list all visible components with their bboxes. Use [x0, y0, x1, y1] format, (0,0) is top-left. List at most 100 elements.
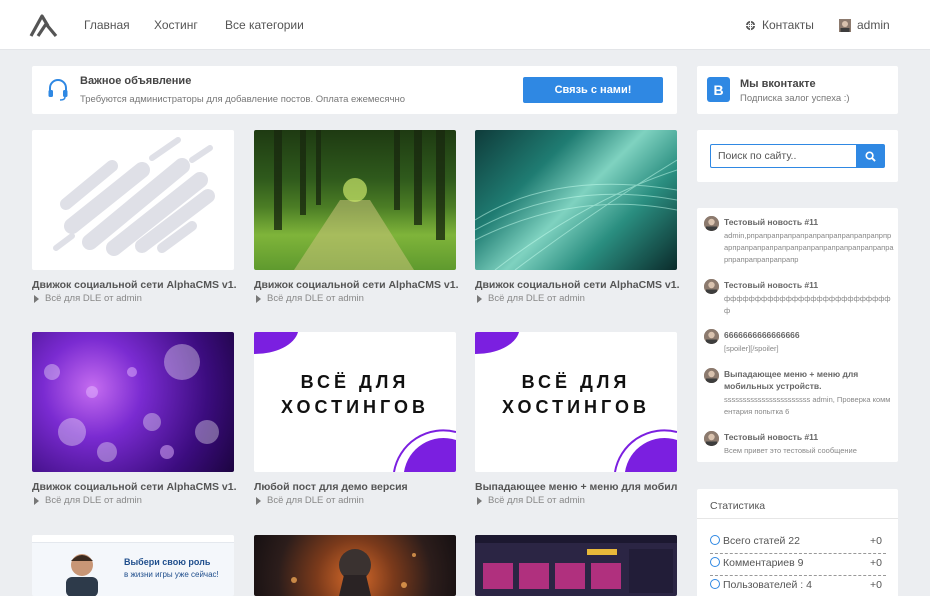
comment-body: admin,рпрапрапрапрапрапрапрапрапрапрапрп…	[724, 231, 894, 264]
banner-line-2: ХОСТИНГОВ	[502, 397, 650, 417]
stat-delta: +0	[870, 557, 882, 569]
post-thumbnail[interactable]: ВСЁ ДЛЯ ХОСТИНГОВ	[475, 332, 677, 472]
post-category: Всё для DLE от admin	[267, 495, 364, 506]
post-title[interactable]: Движок социальной сети AlphaCMS v1.	[475, 279, 680, 291]
comment-body: Всем привет это тестовый сообщение	[724, 446, 857, 455]
circle-icon	[710, 579, 720, 589]
post-thumbnail[interactable]	[254, 130, 456, 270]
vk-subtitle: Подписка залог успеха :)	[740, 93, 850, 104]
comment-title[interactable]: Выпадающее меню + меню для мобильных уст…	[724, 368, 892, 392]
stat-label: Комментариев 9	[723, 557, 804, 569]
commenter-avatar	[704, 329, 719, 344]
play-icon	[477, 294, 482, 303]
vk-icon: В	[707, 77, 730, 102]
nav-hosting-link[interactable]: Хостинг	[154, 18, 198, 32]
search-button[interactable]	[856, 144, 885, 168]
search-widget	[697, 130, 898, 182]
post-thumbnail[interactable]: Выбери свою роль в жизни игры уже сейчас…	[32, 535, 234, 596]
user-avatar	[839, 18, 851, 32]
post-meta[interactable]: Всё для DLE от admin	[256, 293, 364, 304]
post-thumbnail[interactable]	[254, 535, 456, 596]
post-meta[interactable]: Всё для DLE от admin	[477, 495, 585, 506]
user-avatar-icon	[704, 279, 719, 294]
globe-icon	[745, 20, 756, 30]
post-meta[interactable]: Всё для DLE от admin	[477, 293, 585, 304]
announcement-text: Требуются администраторы для добавление …	[80, 94, 406, 105]
banner-line-1: ВСЁ ДЛЯ	[300, 372, 410, 392]
landing-heading: Выбери свою роль	[124, 557, 211, 567]
person-image	[66, 554, 98, 596]
play-icon	[256, 294, 261, 303]
announcement-title: Важное объявление	[80, 75, 192, 87]
stat-row: Комментариев 9 +0	[710, 557, 886, 576]
nav-contacts-link[interactable]: Контакты	[745, 18, 814, 32]
placeholder-image	[53, 137, 215, 256]
post-thumbnail[interactable]	[475, 130, 677, 270]
nav-categories-link[interactable]: Все категории	[225, 18, 304, 32]
post-thumbnail[interactable]	[32, 130, 234, 270]
post-category: Всё для DLE от admin	[45, 293, 142, 304]
comment-title[interactable]: 6666666666666666	[724, 329, 892, 341]
stat-row: Всего статей 22 +0	[710, 535, 886, 554]
user-menu[interactable]: admin	[839, 18, 890, 32]
user-avatar-icon	[704, 216, 719, 231]
banner-line-2: ХОСТИНГОВ	[281, 397, 429, 417]
post-title[interactable]: Движок социальной сети AlphaCMS v1.	[254, 279, 459, 291]
commenter-avatar	[704, 368, 719, 383]
comment-title[interactable]: Тестовый новость #11	[724, 431, 892, 443]
headset-icon	[48, 79, 68, 101]
stat-delta: +0	[870, 579, 882, 591]
post-meta[interactable]: Всё для DLE от admin	[34, 293, 142, 304]
post-category: Всё для DLE от admin	[488, 293, 585, 304]
announcement-banner: Важное объявление Требуются администрато…	[32, 66, 677, 114]
forest-image	[274, 130, 445, 270]
post-title[interactable]: Движок социальной сети AlphaCMS v1.	[32, 481, 237, 493]
post-meta[interactable]: Всё для DLE от admin	[256, 495, 364, 506]
nav-home-link[interactable]: Главная	[84, 18, 130, 32]
contact-us-button[interactable]: Связь с нами!	[523, 77, 663, 103]
latest-comments-widget: Тестовый новость #11 admin,рпрапрапрапра…	[697, 208, 898, 462]
stat-delta: +0	[870, 535, 882, 547]
circle-icon	[710, 535, 720, 545]
circle-icon	[710, 557, 720, 567]
statistics-widget: Статистика Всего статей 22 +0 Комментари…	[697, 489, 898, 596]
comment-body: [spoiler][/spoiler]	[724, 344, 779, 353]
play-icon	[34, 496, 39, 505]
commenter-avatar	[704, 431, 719, 446]
comment-body: фффффффффффффффффффффффффффф	[724, 294, 891, 315]
post-category: Всё для DLE от admin	[488, 495, 585, 506]
stat-row: Пользователей : 4 +0	[710, 579, 886, 596]
search-icon	[865, 150, 876, 162]
commenter-avatar	[704, 279, 719, 294]
comment-title[interactable]: Тестовый новость #11	[724, 216, 892, 228]
ui-screenshot-image	[475, 535, 677, 593]
post-meta[interactable]: Всё для DLE от admin	[34, 495, 142, 506]
post-title[interactable]: Движок социальной сети AlphaCMS v1.	[32, 279, 237, 291]
user-avatar-icon	[704, 368, 719, 383]
site-logo[interactable]	[29, 12, 59, 38]
landing-subheading: в жизни игры уже сейчас!	[124, 570, 219, 579]
play-icon	[34, 294, 39, 303]
post-title[interactable]: Выпадающее меню + меню для мобил	[475, 481, 680, 493]
post-thumbnail[interactable]: ВСЁ ДЛЯ ХОСТИНГОВ	[254, 332, 456, 472]
user-avatar-icon	[704, 329, 719, 344]
post-thumbnail[interactable]	[32, 332, 234, 472]
vk-widget[interactable]: В Мы вконтакте Подписка залог успеха :)	[697, 66, 898, 114]
search-input[interactable]	[710, 144, 857, 168]
divider	[697, 518, 898, 519]
bokeh-image	[44, 344, 219, 462]
post-title[interactable]: Любой пост для демо версия	[254, 481, 459, 493]
comment-title[interactable]: Тестовый новость #11	[724, 279, 892, 291]
abstract-image	[475, 159, 677, 270]
mini-navbar	[32, 535, 234, 543]
statistics-title: Статистика	[710, 500, 766, 512]
post-thumbnail[interactable]	[475, 535, 677, 596]
user-name: admin	[857, 18, 890, 32]
stat-label: Пользователей : 4	[723, 579, 812, 591]
top-navbar: Главная Хостинг Все категории Контакты a…	[0, 0, 930, 50]
comment-body: sssssssssssssssssssssss admin, Проверка …	[724, 395, 891, 416]
post-category: Всё для DLE от admin	[45, 495, 142, 506]
nav-contacts-label: Контакты	[762, 18, 814, 32]
post-category: Всё для DLE от admin	[267, 293, 364, 304]
play-icon	[256, 496, 261, 505]
